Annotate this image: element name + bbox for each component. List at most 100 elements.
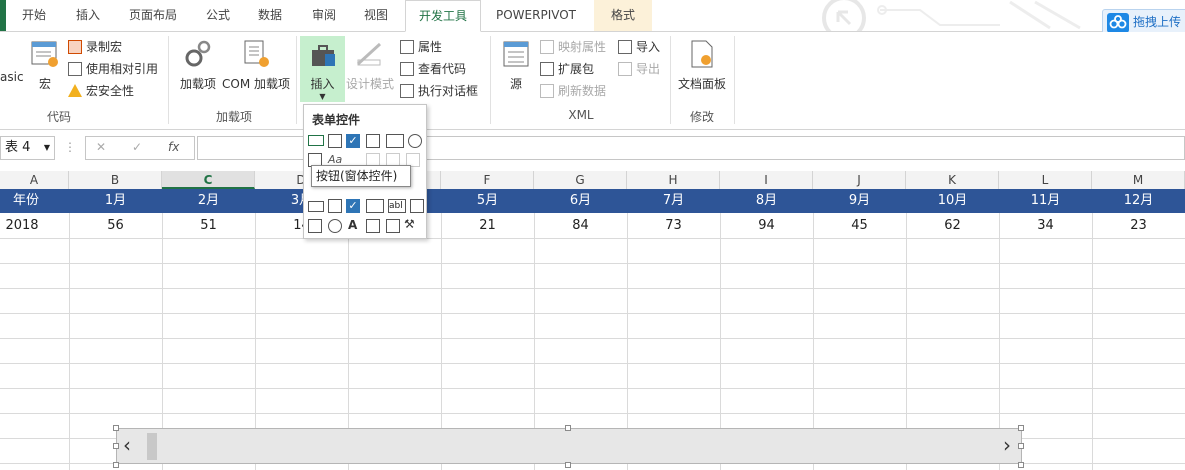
- expansion-packs-button[interactable]: 扩展包: [540, 58, 618, 80]
- scroll-left-arrow-icon[interactable]: ‹: [123, 433, 131, 457]
- map-properties-button[interactable]: 映射属性: [540, 36, 618, 58]
- data-cell[interactable]: 84: [534, 213, 627, 238]
- record-macro-button[interactable]: 录制宏: [68, 36, 166, 58]
- header-cell[interactable]: 5月: [441, 189, 534, 213]
- column-header[interactable]: I: [720, 171, 813, 189]
- activex-option-button-icon[interactable]: [328, 219, 342, 233]
- tab-home[interactable]: 开始: [12, 0, 56, 31]
- column-header[interactable]: L: [999, 171, 1092, 189]
- data-cell[interactable]: 73: [627, 213, 720, 238]
- resize-handle[interactable]: [113, 425, 119, 431]
- run-dialog-button[interactable]: 执行对话框: [400, 80, 486, 102]
- combo-box-control-icon[interactable]: [328, 134, 342, 148]
- activex-toggle-button-icon[interactable]: [386, 219, 400, 233]
- chevron-down-icon[interactable]: ▼: [44, 137, 50, 159]
- properties-button[interactable]: 属性: [400, 36, 486, 58]
- chevron-down-icon: ▼: [319, 92, 326, 101]
- data-cell[interactable]: 94: [720, 213, 813, 238]
- export-button[interactable]: 导出: [618, 58, 668, 80]
- import-button[interactable]: 导入: [618, 36, 668, 58]
- tab-page-layout[interactable]: 页面布局: [118, 0, 188, 31]
- data-cell[interactable]: 62: [906, 213, 999, 238]
- data-cell[interactable]: 56: [69, 213, 162, 238]
- addins-button[interactable]: 加载项: [176, 38, 220, 92]
- header-cell[interactable]: 6月: [534, 189, 627, 213]
- header-cell-year[interactable]: 年份: [0, 189, 52, 213]
- column-header-selected[interactable]: C: [162, 171, 255, 189]
- xml-source-button[interactable]: 源: [498, 38, 534, 92]
- data-cell[interactable]: 45: [813, 213, 906, 238]
- button-control-icon[interactable]: [308, 135, 324, 146]
- header-cell[interactable]: 9月: [813, 189, 906, 213]
- data-cell[interactable]: 51: [162, 213, 255, 238]
- scroll-right-arrow-icon[interactable]: ›: [1003, 433, 1011, 457]
- resize-handle[interactable]: [1018, 425, 1024, 431]
- header-cell[interactable]: 1月: [69, 189, 162, 213]
- header-cell[interactable]: 11月: [999, 189, 1092, 213]
- activex-combo-box-icon[interactable]: [328, 199, 342, 213]
- resize-handle[interactable]: [565, 462, 571, 468]
- resize-handle[interactable]: [113, 462, 119, 468]
- header-cell[interactable]: 2月: [162, 189, 255, 213]
- data-cell[interactable]: 21: [441, 213, 534, 238]
- activex-checkbox-icon[interactable]: ✓: [346, 199, 360, 213]
- macro-security-button[interactable]: 宏安全性: [68, 80, 166, 102]
- column-header[interactable]: F: [441, 171, 534, 189]
- visual-basic-button[interactable]: asic: [0, 42, 24, 84]
- document-panel-button[interactable]: 文档面板: [676, 38, 728, 92]
- scrollbar-thumb[interactable]: [147, 433, 157, 460]
- resize-handle[interactable]: [113, 443, 119, 449]
- data-cell[interactable]: 34: [999, 213, 1092, 238]
- column-header[interactable]: B: [69, 171, 162, 189]
- view-code-button[interactable]: 查看代码: [400, 58, 486, 80]
- data-cell-year[interactable]: 2018: [0, 213, 44, 238]
- column-header[interactable]: M: [1092, 171, 1185, 189]
- activex-text-box-icon[interactable]: abl: [388, 199, 406, 213]
- activex-list-box-icon[interactable]: [366, 199, 384, 213]
- cancel-icon[interactable]: ✕: [96, 140, 106, 154]
- group-separator: [168, 36, 169, 124]
- file-tab[interactable]: [0, 0, 6, 31]
- scrollbar-form-control[interactable]: ‹ ›: [116, 428, 1022, 464]
- header-cell[interactable]: 8月: [720, 189, 813, 213]
- resize-handle[interactable]: [565, 425, 571, 431]
- insert-control-button[interactable]: 插入 ▼: [300, 36, 345, 102]
- column-header[interactable]: H: [627, 171, 720, 189]
- more-controls-icon[interactable]: ⚒: [404, 217, 415, 231]
- tab-data[interactable]: 数据: [248, 0, 292, 31]
- tab-view[interactable]: 视图: [354, 0, 398, 31]
- resize-handle[interactable]: [1018, 462, 1024, 468]
- header-cell[interactable]: 10月: [906, 189, 999, 213]
- name-box[interactable]: 表 4 ▼: [0, 136, 55, 160]
- data-cell[interactable]: 23: [1092, 213, 1185, 238]
- enter-icon[interactable]: ✓: [132, 140, 142, 154]
- tab-powerpivot[interactable]: POWERPIVOT: [486, 0, 586, 31]
- tab-insert[interactable]: 插入: [66, 0, 110, 31]
- column-header[interactable]: J: [813, 171, 906, 189]
- activex-label-icon[interactable]: A: [348, 218, 357, 232]
- header-cell[interactable]: 7月: [627, 189, 720, 213]
- spin-button-control-icon[interactable]: [366, 134, 380, 148]
- column-header[interactable]: G: [534, 171, 627, 189]
- option-button-control-icon[interactable]: [408, 134, 422, 148]
- macros-button[interactable]: 宏: [28, 38, 62, 92]
- resize-handle[interactable]: [1018, 443, 1024, 449]
- activex-image-icon[interactable]: [366, 219, 380, 233]
- column-header[interactable]: K: [906, 171, 999, 189]
- checkbox-control-icon[interactable]: ✓: [346, 134, 360, 148]
- com-addins-button[interactable]: COM 加载项: [220, 38, 292, 92]
- tab-review[interactable]: 审阅: [302, 0, 346, 31]
- activex-button-icon[interactable]: [308, 201, 324, 212]
- tab-formulas[interactable]: 公式: [196, 0, 240, 31]
- header-cell[interactable]: 12月: [1092, 189, 1185, 213]
- activex-spin-button-icon[interactable]: [308, 219, 322, 233]
- insert-function-icon[interactable]: fx: [168, 140, 179, 154]
- activex-scroll-bar-icon[interactable]: [410, 199, 424, 213]
- design-mode-button[interactable]: 设计模式: [345, 38, 395, 92]
- relative-reference-button[interactable]: 使用相对引用: [68, 58, 166, 80]
- tab-developer[interactable]: 开发工具: [405, 0, 481, 32]
- column-header[interactable]: A: [0, 171, 69, 189]
- list-box-control-icon[interactable]: [386, 134, 404, 148]
- refresh-data-button[interactable]: 刷新数据: [540, 80, 618, 102]
- tab-format[interactable]: 格式: [594, 0, 652, 31]
